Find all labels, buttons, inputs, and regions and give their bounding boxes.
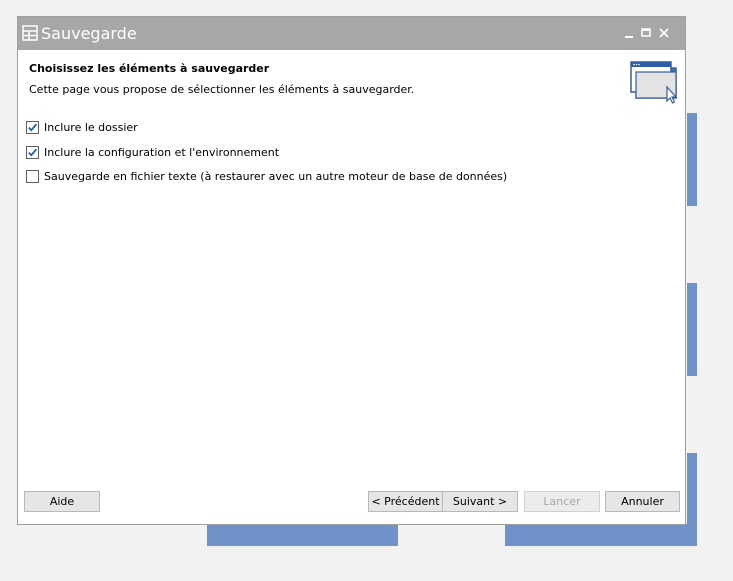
- wizard-header: Choisissez les éléments à sauvegarder Ce…: [18, 50, 685, 110]
- windows-cursor-icon: [629, 59, 681, 107]
- page-description: Cette page vous propose de sélectionner …: [29, 83, 415, 96]
- maximize-icon[interactable]: [638, 25, 654, 41]
- include-config-option[interactable]: Inclure la configuration et l'environnem…: [26, 144, 279, 160]
- include-config-label: Inclure la configuration et l'environnem…: [44, 145, 280, 159]
- include-config-checkbox[interactable]: [26, 145, 39, 159]
- next-button[interactable]: Suivant >: [442, 491, 518, 512]
- text-file-backup-checkbox[interactable]: [26, 169, 39, 183]
- help-button[interactable]: Aide: [24, 491, 100, 512]
- launch-button[interactable]: Lancer: [524, 491, 600, 512]
- text-file-backup-option[interactable]: Sauvegarde en fichier texte (à restaurer…: [26, 168, 507, 184]
- backup-dialog: Sauvegarde Choisissez les éléments à sau…: [17, 16, 686, 525]
- close-icon[interactable]: [656, 25, 672, 41]
- window-title: Sauvegarde: [41, 24, 137, 43]
- background-panel-right-top: [687, 113, 697, 206]
- background-panel-right-middle: [687, 283, 697, 376]
- include-folder-option[interactable]: Inclure le dossier: [26, 119, 138, 135]
- text-file-backup-label: Sauvegarde en fichier texte (à restaurer…: [44, 169, 508, 183]
- window-grid-icon: [22, 25, 38, 41]
- minimize-icon[interactable]: [621, 25, 637, 41]
- page-title: Choisissez les éléments à sauvegarder: [29, 62, 270, 75]
- background-panel-bottom-right: [505, 524, 697, 546]
- background-panel-bottom-left: [207, 524, 398, 546]
- include-folder-checkbox[interactable]: [26, 120, 39, 134]
- previous-button[interactable]: < Précédent: [368, 491, 443, 512]
- include-folder-label: Inclure le dossier: [44, 120, 138, 134]
- cancel-button[interactable]: Annuler: [605, 491, 680, 512]
- title-bar[interactable]: Sauvegarde: [18, 17, 685, 50]
